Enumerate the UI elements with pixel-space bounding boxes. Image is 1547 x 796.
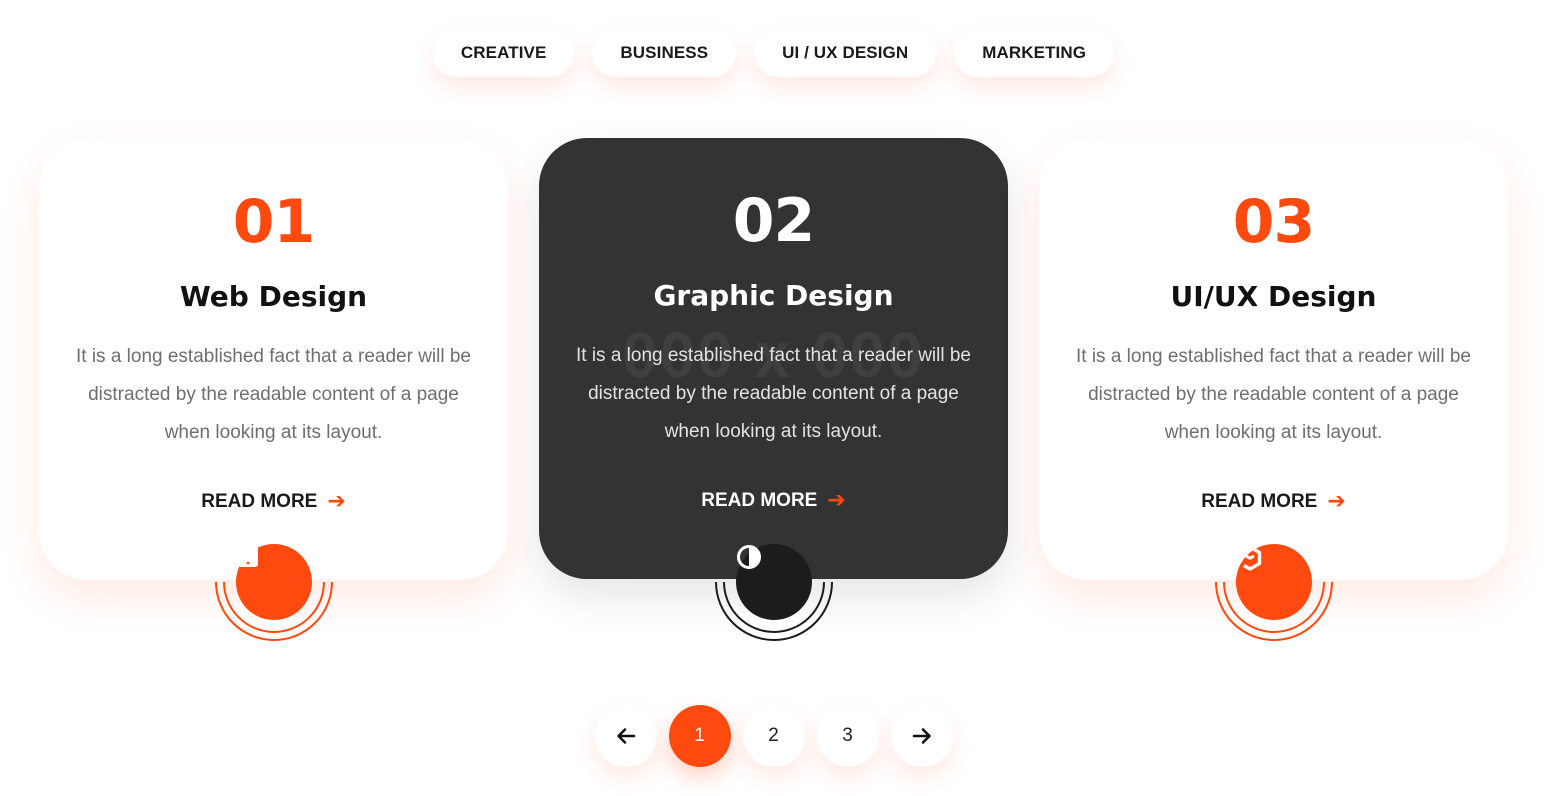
service-card-ui-ux-design: 03 UI/UX Design It is a long established… xyxy=(1039,139,1508,580)
cube-icon[interactable] xyxy=(1236,544,1312,620)
tab-ui-ux-design[interactable]: UI / UX DESIGN xyxy=(754,29,937,77)
arrow-right-icon: ➔ xyxy=(327,489,346,514)
read-more-label: READ MORE xyxy=(1201,491,1318,512)
arrow-right-icon: ➔ xyxy=(1327,489,1346,514)
card-number: 03 xyxy=(1232,187,1316,257)
contrast-icon[interactable] xyxy=(736,544,812,620)
tab-marketing[interactable]: MARKETING xyxy=(954,29,1115,77)
tab-creative[interactable]: CREATIVE xyxy=(432,29,575,77)
card-title: Web Design xyxy=(179,280,368,313)
card-description: It is a long established fact that a rea… xyxy=(1075,346,1471,443)
ui-ux-design-badge xyxy=(1211,519,1337,645)
read-more-link[interactable]: READ MORE ➔ xyxy=(39,491,508,513)
tablet-icon[interactable] xyxy=(236,544,312,620)
web-design-badge xyxy=(211,519,337,645)
page-button-3[interactable]: 3 xyxy=(816,705,879,767)
card-title: UI/UX Design xyxy=(1170,280,1377,313)
card-title: Graphic Design xyxy=(653,279,894,312)
read-more-label: READ MORE xyxy=(201,491,318,512)
read-more-link[interactable]: READ MORE ➔ xyxy=(539,490,1008,512)
arrow-right-icon: ➔ xyxy=(827,488,846,513)
tab-business[interactable]: BUSINESS xyxy=(592,29,737,77)
read-more-label: READ MORE xyxy=(701,490,818,511)
card-number: 02 xyxy=(732,186,816,256)
service-card-graphic-design: 000 x 000 02 Graphic Design It is a long… xyxy=(539,138,1008,579)
services-section: CREATIVE BUSINESS UI / UX DESIGN MARKETI… xyxy=(0,0,1547,796)
card-description: It is a long established fact that a rea… xyxy=(75,346,471,443)
prev-page-button[interactable] xyxy=(594,705,657,767)
card-description: It is a long established fact that a rea… xyxy=(575,345,971,442)
arrow-left-icon xyxy=(616,728,635,744)
arrow-right-icon xyxy=(912,728,931,744)
read-more-link[interactable]: READ MORE ➔ xyxy=(1039,491,1508,513)
card-number: 01 xyxy=(232,187,316,257)
category-tabs: CREATIVE BUSINESS UI / UX DESIGN MARKETI… xyxy=(0,29,1547,77)
service-card-web-design: 01 Web Design It is a long established f… xyxy=(39,139,508,580)
page-button-2[interactable]: 2 xyxy=(742,705,805,767)
next-page-button[interactable] xyxy=(890,705,953,767)
page-button-1[interactable]: 1 xyxy=(668,705,731,767)
pagination: 1 2 3 xyxy=(0,705,1547,767)
graphic-design-badge xyxy=(711,519,837,645)
